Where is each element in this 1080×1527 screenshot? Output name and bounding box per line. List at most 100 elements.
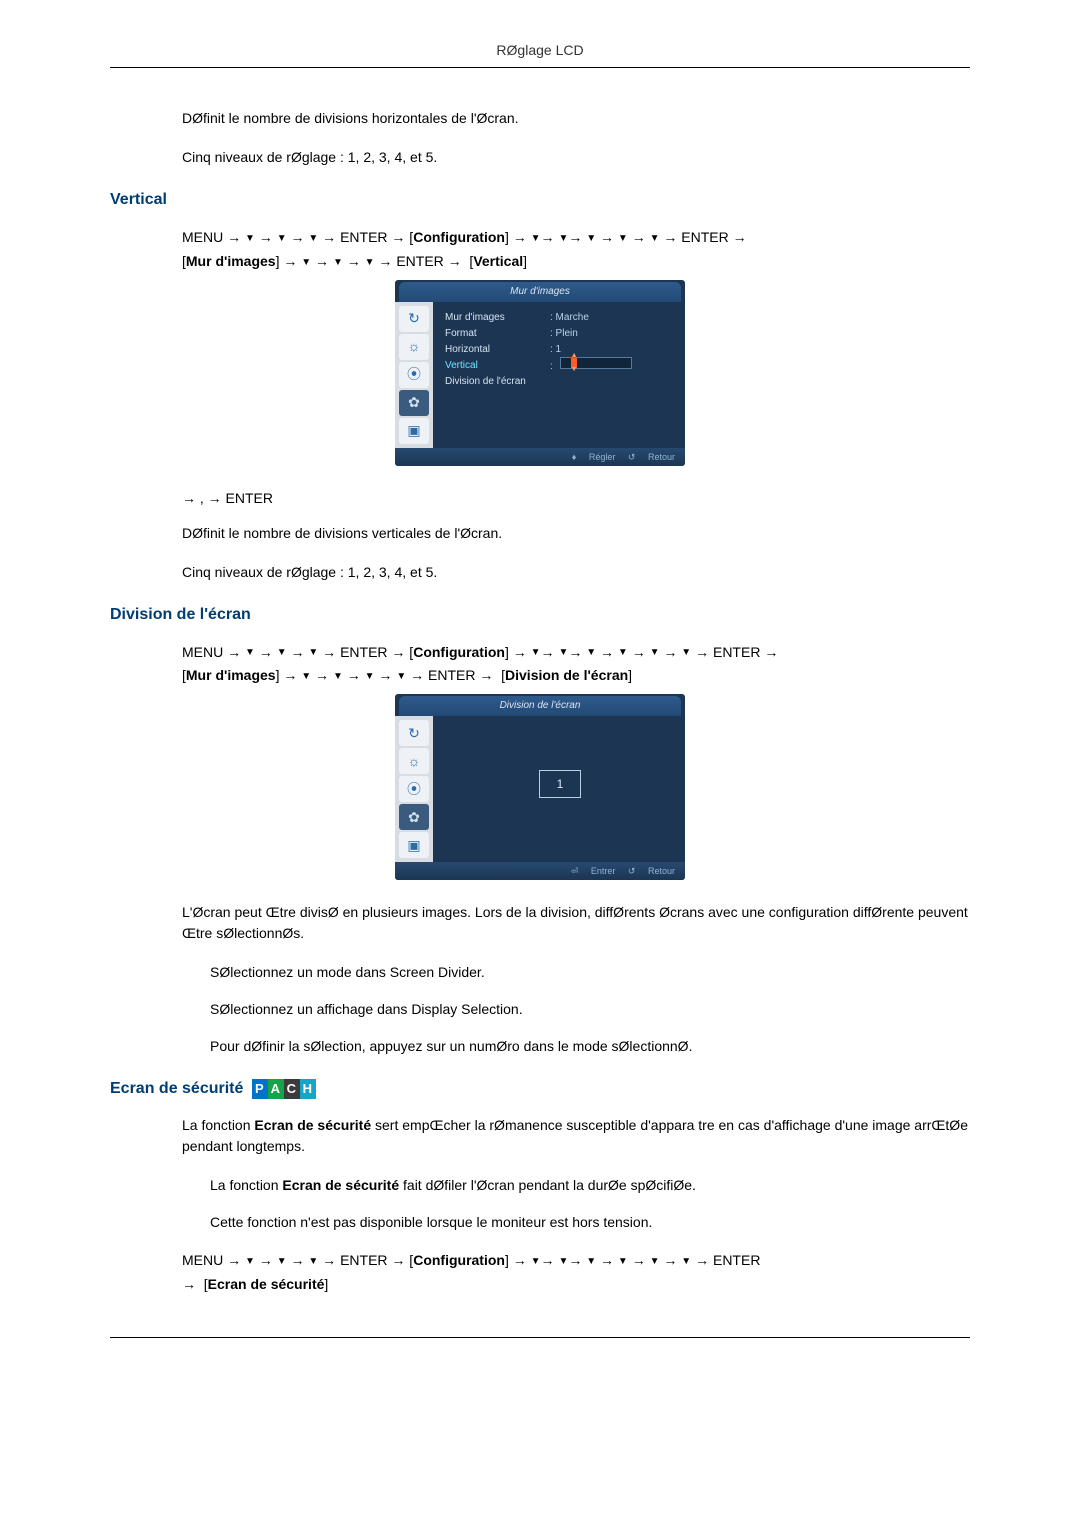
footer-return-icon: ↺: [628, 866, 636, 876]
footer-return-label: Retour: [648, 866, 675, 876]
osd-row[interactable]: Division de l'écran: [445, 374, 675, 390]
nav-enter: ENTER: [340, 644, 387, 660]
securite-b1a: La fonction: [210, 1177, 282, 1193]
division-p1: L'Øcran peut Œtre divisØ en plusieurs im…: [182, 902, 970, 944]
osd-title: Mur d'images: [399, 282, 681, 302]
osd-icon-multi[interactable]: ▣: [399, 418, 429, 444]
osd-icon-setup[interactable]: ✿: [399, 804, 429, 830]
division-b2: SØlectionnez un affichage dans Display S…: [210, 999, 970, 1020]
down-arrow-icon: [365, 253, 375, 269]
down-arrow-icon: [558, 229, 568, 245]
pach-a-icon: A: [268, 1079, 284, 1099]
osd-slider[interactable]: ▲ ▼: [560, 357, 632, 369]
securite-b1b: Ecran de sécurité: [282, 1177, 399, 1193]
nav-target: Vertical: [473, 253, 523, 269]
pach-c-icon: C: [284, 1079, 300, 1099]
nav-line-vertical: MENU → → → → ENTER → [Configuration] → →…: [182, 226, 970, 274]
down-arrow-icon: [531, 644, 541, 660]
down-arrow-icon: [333, 253, 343, 269]
osd-icon-input[interactable]: ↻: [399, 306, 429, 332]
down-arrow-icon: [586, 644, 596, 660]
osd-sidebar: ↻ ☼ ⦿ ✿ ▣: [395, 716, 433, 862]
footer-adjust-icon: ♦: [572, 452, 577, 462]
vertical-p1: DØfinit le nombre de divisions verticale…: [182, 523, 970, 544]
osd-row-key: Horizontal: [445, 342, 550, 357]
section-title-vertical: Vertical: [110, 188, 970, 212]
down-arrow-icon: [308, 644, 318, 660]
osd-title: Division de l'écran: [399, 696, 681, 716]
nav-mur: Mur d'images: [186, 253, 276, 269]
down-arrow-icon: [650, 1252, 660, 1268]
division-body: L'Øcran peut Œtre divisØ en plusieurs im…: [182, 902, 970, 944]
nav-enter: ENTER: [713, 644, 760, 660]
down-arrow-icon: [245, 644, 255, 660]
pach-p-icon: P: [252, 1079, 268, 1099]
osd-icon-picture[interactable]: ☼: [399, 334, 429, 360]
osd-main: 1: [433, 716, 685, 852]
vertical-instr-line: → , → ENTER: [182, 488, 970, 509]
securite-body: La fonction Ecran de sécurité sert empŒc…: [182, 1115, 970, 1157]
osd-icon-sound[interactable]: ⦿: [399, 362, 429, 388]
osd-row[interactable]: Format : Plein: [445, 326, 675, 342]
nav-enter: ENTER: [428, 667, 475, 683]
osd-row[interactable]: Mur d'images : Marche: [445, 310, 675, 326]
pach-badge: PACH: [252, 1079, 316, 1099]
section-title-division: Division de l'écran: [110, 603, 970, 627]
securite-p1a: La fonction: [182, 1117, 254, 1133]
down-arrow-icon: [618, 229, 628, 245]
footer-enter-label: Entrer: [591, 866, 616, 876]
down-arrow-icon: [618, 644, 628, 660]
down-arrow-icon: [650, 229, 660, 245]
nav-line-securite: MENU → → → → ENTER → [Configuration] → →…: [182, 1249, 970, 1297]
footer-return-label: Retour: [648, 452, 675, 462]
osd-icon-picture[interactable]: ☼: [399, 748, 429, 774]
osd-row-key: Mur d'images: [445, 310, 550, 325]
osd-icon-input[interactable]: ↻: [399, 720, 429, 746]
osd-row-highlight[interactable]: Vertical : ▲ ▼: [445, 358, 675, 374]
nav-mur: Mur d'images: [186, 667, 276, 683]
pach-h-icon: H: [300, 1079, 316, 1099]
securite-b1: La fonction Ecran de sécurité fait dØfil…: [210, 1175, 970, 1196]
division-b3: Pour dØfinir la sØlection, appuyez sur u…: [210, 1036, 970, 1057]
down-arrow-icon: [365, 667, 375, 683]
down-arrow-icon: [618, 1252, 628, 1268]
vertical-p2: Cinq niveaux de rØglage : 1, 2, 3, 4, et…: [182, 562, 970, 583]
nav-configuration: Configuration: [413, 644, 505, 660]
down-arrow-icon: [650, 644, 660, 660]
vertical-body: DØfinit le nombre de divisions verticale…: [182, 523, 970, 583]
section-title-securite: Ecran de sécurité PACH: [110, 1077, 970, 1101]
down-arrow-icon: [558, 1252, 568, 1268]
down-arrow-icon: [277, 1252, 287, 1268]
down-arrow-icon: [333, 667, 343, 683]
securite-p1b: Ecran de sécurité: [254, 1117, 371, 1133]
nav-configuration: Configuration: [413, 1252, 505, 1268]
intro-block: DØfinit le nombre de divisions horizonta…: [182, 108, 970, 168]
osd-main: Mur d'images : Marche Format : Plein Hor…: [433, 302, 685, 448]
intro-p1: DØfinit le nombre de divisions horizonta…: [182, 108, 970, 129]
down-arrow-icon: [681, 644, 691, 660]
footer-return-icon: ↺: [628, 452, 636, 462]
osd-icon-sound[interactable]: ⦿: [399, 776, 429, 802]
down-arrow-icon: [301, 253, 311, 269]
down-arrow-icon: [586, 229, 596, 245]
nav-menu: MENU: [182, 644, 223, 660]
osd-sidebar: ↻ ☼ ⦿ ✿ ▣: [395, 302, 433, 448]
osd-row-value: : Marche: [550, 310, 589, 325]
securite-b2: Cette fonction n'est pas disponible lors…: [210, 1212, 970, 1233]
nav-menu: MENU: [182, 229, 223, 245]
down-arrow-icon: [245, 229, 255, 245]
down-arrow-icon: [277, 644, 287, 660]
osd-footer: ⏎ Entrer ↺ Retour: [395, 862, 685, 880]
osd-icon-setup[interactable]: ✿: [399, 390, 429, 416]
osd-icon-multi[interactable]: ▣: [399, 832, 429, 858]
footer-enter-icon: ⏎: [571, 866, 579, 876]
down-arrow-icon: [308, 229, 318, 245]
division-b1: SØlectionnez un mode dans Screen Divider…: [210, 962, 970, 983]
down-arrow-icon: [308, 1252, 318, 1268]
footer-rule: [110, 1337, 970, 1338]
down-arrow-icon: [531, 229, 541, 245]
osd-row[interactable]: Horizontal : 1: [445, 342, 675, 358]
down-arrow-icon: [531, 1252, 541, 1268]
down-arrow-icon: [396, 667, 406, 683]
osd-selected-cell[interactable]: 1: [539, 770, 581, 798]
